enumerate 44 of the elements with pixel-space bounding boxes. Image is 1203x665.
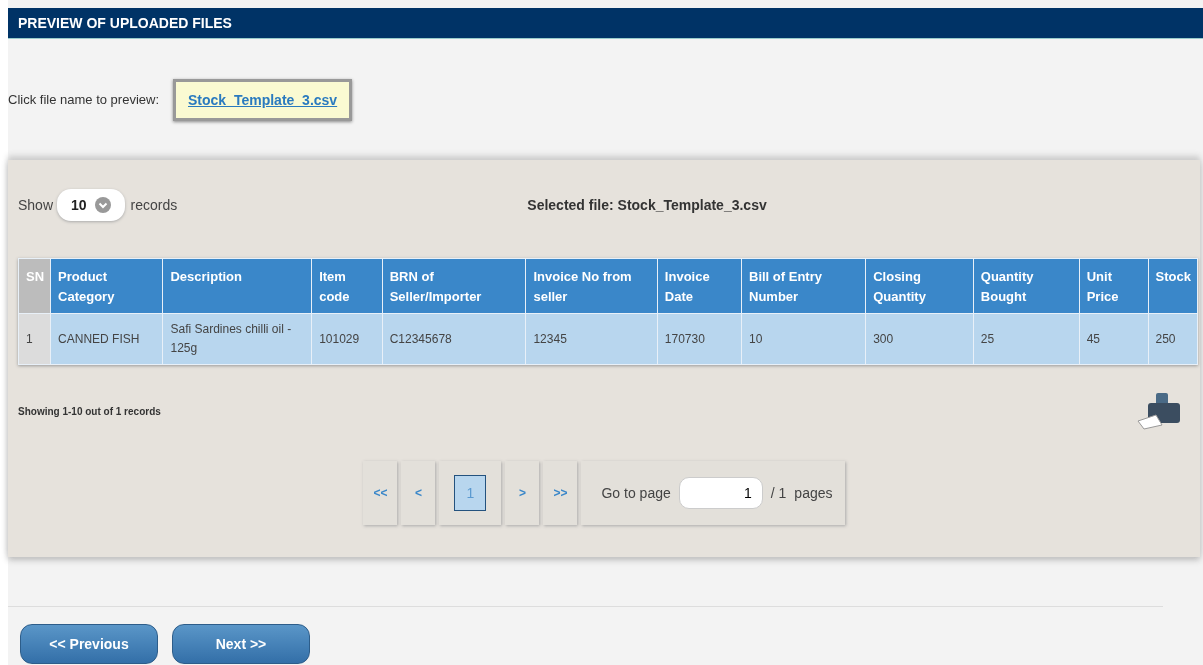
column-header: Stock: [1148, 258, 1198, 314]
table-cell: 170730: [657, 313, 742, 365]
records-select[interactable]: 10: [57, 189, 125, 221]
records-summary: Showing 1-10 out of 1 records: [18, 405, 161, 417]
records-label: records: [130, 197, 178, 213]
table-cell: 101029: [311, 313, 383, 365]
table-cell: CANNED FISH: [50, 313, 163, 365]
show-label: Show: [18, 197, 54, 213]
table-cell: 250: [1148, 313, 1198, 365]
table-cell: 300: [865, 313, 974, 365]
column-header: Description: [162, 258, 312, 314]
goto-label: Go to page: [601, 485, 671, 501]
column-header: SN: [18, 258, 51, 314]
printer-icon[interactable]: [1136, 391, 1182, 431]
table-cell: 1: [18, 313, 51, 365]
page-input-field[interactable]: 1: [678, 477, 763, 509]
preview-label: Click file name to preview:: [8, 92, 159, 107]
column-header: Bill of Entry Number: [741, 258, 866, 314]
last-page-button[interactable]: >>: [543, 461, 578, 525]
previous-button[interactable]: << Previous: [20, 624, 158, 664]
table-cell: C12345678: [382, 313, 526, 365]
page-total: / 1: [770, 485, 787, 501]
table-cell: 10: [741, 313, 866, 365]
previous-page-button[interactable]: <: [401, 461, 436, 525]
table-cell: 25: [973, 313, 1080, 365]
column-header: Product Category: [50, 258, 163, 314]
next-page-button[interactable]: >: [505, 461, 540, 525]
table-cell: 12345: [525, 313, 658, 365]
first-page-button[interactable]: <<: [363, 461, 398, 525]
pages-label: pages: [794, 485, 833, 501]
column-header: Unit Price: [1079, 258, 1148, 314]
next-button[interactable]: Next >>: [172, 624, 310, 664]
chevron-down-icon: [94, 197, 111, 213]
file-link[interactable]: Stock_Template_3.csv: [173, 78, 353, 121]
table-cell: Safi Sardines chilli oil - 125g: [162, 313, 312, 365]
section-title: PREVIEW OF UPLOADED FILES: [8, 8, 1203, 39]
column-header: Invoice No from seller: [525, 258, 658, 314]
column-header: Item code: [311, 258, 383, 314]
column-header: Invoice Date: [657, 258, 742, 314]
selected-file-label: Selected file: Stock_Template_3.csv: [527, 197, 767, 213]
column-header: BRN of Seller/Importer: [382, 258, 526, 314]
table-cell: 45: [1079, 313, 1148, 365]
column-header: Closing Quantity: [865, 258, 974, 314]
column-header: Quantity Bought: [973, 258, 1080, 314]
